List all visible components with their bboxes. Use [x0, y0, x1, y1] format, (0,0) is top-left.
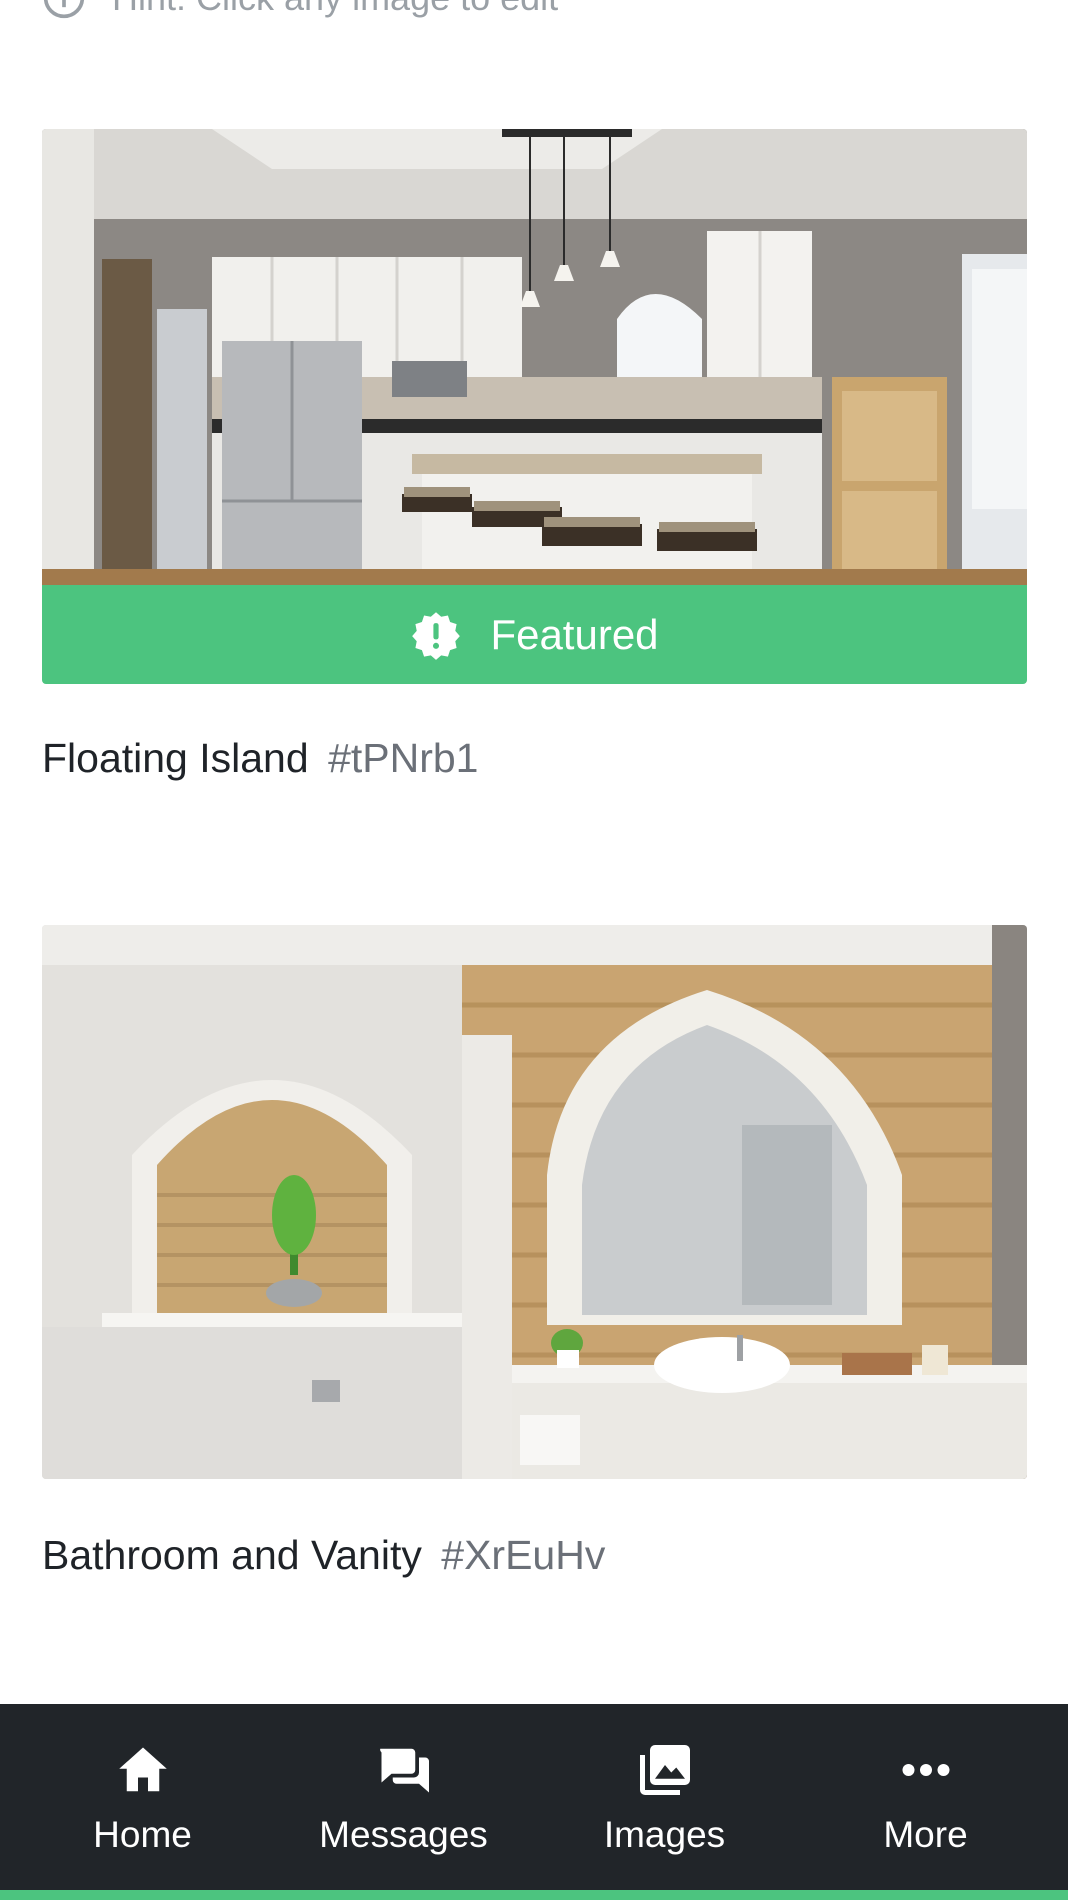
nav-item-home[interactable]: Home — [23, 1740, 263, 1853]
images-icon — [639, 1745, 690, 1795]
info-icon — [43, 0, 85, 19]
card-title: Floating Island #tPNrb1 — [42, 738, 1027, 779]
card-name[interactable]: Floating Island — [42, 735, 309, 781]
kitchen-illustration — [42, 129, 1027, 585]
nav-label: Messages — [319, 1814, 488, 1855]
messages-icon — [379, 1748, 429, 1793]
more-icon — [902, 1764, 949, 1776]
image-card: Bathroom and Vanity #XrEuHv — [42, 925, 1027, 1576]
bathroom-illustration — [42, 925, 1027, 1479]
featured-banner: Featured — [42, 585, 1027, 684]
card-name[interactable]: Bathroom and Vanity — [42, 1532, 422, 1578]
hint-text: Hint: Click any image to edit — [112, 0, 558, 19]
bottom-navigation: Home Messages Images More — [0, 1704, 1068, 1900]
nav-label: More — [883, 1814, 968, 1855]
featured-label: Featured — [490, 610, 659, 658]
home-icon — [118, 1747, 167, 1792]
bathroom-photo[interactable] — [42, 925, 1027, 1479]
badge-exclamation-icon — [412, 611, 461, 660]
card-code: #tPNrb1 — [328, 735, 479, 781]
page: Hint: Click any image to edit — [0, 0, 1068, 1900]
nav-label: Images — [603, 1814, 726, 1855]
card-code: #XrEuHv — [441, 1532, 606, 1578]
kitchen-photo[interactable] — [42, 129, 1027, 585]
nav-item-more[interactable]: More — [806, 1740, 1046, 1853]
hint: Hint: Click any image to edit — [42, 0, 558, 19]
nav-item-images[interactable]: Images — [545, 1740, 785, 1853]
image-card: Featured Floating Island #tPNrb1 — [42, 129, 1027, 779]
nav-label: Home — [93, 1814, 192, 1855]
nav-item-messages[interactable]: Messages — [284, 1740, 524, 1853]
card-title: Bathroom and Vanity #XrEuHv — [42, 1535, 1027, 1576]
